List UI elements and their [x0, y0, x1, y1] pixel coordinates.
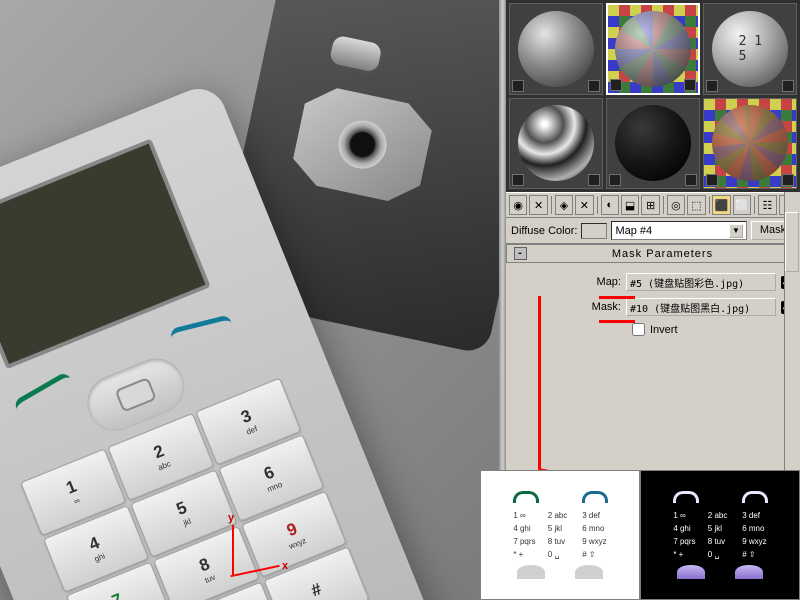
axis-x-label: x — [282, 560, 288, 572]
slot-arrow-right-icon — [685, 174, 697, 186]
invert-checkbox[interactable] — [632, 323, 645, 336]
wing-icon — [575, 565, 603, 579]
slot-arrow-right-icon — [782, 80, 794, 92]
rollout-header[interactable]: - Mask Parameters — [506, 244, 800, 263]
tool-nav-icon[interactable]: ☷ — [758, 195, 776, 215]
material-sphere-icon — [518, 11, 594, 87]
axis-y-icon — [232, 525, 234, 575]
diffuse-color-swatch[interactable] — [581, 223, 607, 239]
camera-module — [288, 82, 436, 207]
wing-icon — [735, 565, 763, 579]
slot-arrow-left-icon — [512, 80, 524, 92]
slot-arrow-left-icon — [609, 174, 621, 186]
map-row: Map: #5 (键盘贴图彩色.jpg) — [512, 273, 794, 291]
tool-goparent-icon[interactable]: ⬛ — [712, 195, 730, 215]
annotation-line-icon — [538, 296, 541, 471]
material-slot-5[interactable] — [606, 98, 700, 190]
axis-y-label: y — [228, 512, 234, 524]
invert-label: Invert — [650, 324, 678, 336]
texture-thumbnails: 1 ∞2 abc3 def 4 ghi5 jkl6 mno 7 pqrs8 tu… — [480, 470, 800, 600]
material-sphere-icon — [712, 11, 788, 87]
bracket-blue-icon — [582, 491, 608, 503]
camera-lens — [334, 116, 391, 173]
material-slot-4[interactable] — [509, 98, 603, 190]
map-slot-button[interactable]: #5 (键盘贴图彩色.jpg) — [626, 273, 776, 291]
bracket-green-icon — [513, 491, 539, 503]
rollout-body: Map: #5 (键盘贴图彩色.jpg) Mask: #10 (键盘贴图黑白.j… — [506, 263, 800, 346]
slot-arrow-right-icon — [782, 174, 794, 186]
material-sphere-icon — [518, 105, 594, 181]
map-label: Map: — [583, 276, 621, 288]
map-dropdown[interactable]: Map #4 ▼ — [611, 221, 747, 240]
texture-mask-preview: 1 ∞2 abc3 def 4 ghi5 jkl6 mno 7 pqrs8 tu… — [640, 470, 800, 600]
tool-show-icon[interactable]: ◐ — [601, 195, 619, 215]
chevron-down-icon: ▼ — [729, 224, 743, 238]
material-slot-1[interactable] — [509, 3, 603, 95]
tool-delete-icon[interactable]: ✕ — [575, 195, 593, 215]
mask-row: Mask: #10 (键盘贴图黑白.jpg) — [512, 298, 794, 316]
mask-label: Mask: — [583, 301, 621, 313]
camera-flash — [325, 31, 386, 77]
material-sphere-icon — [615, 105, 691, 181]
map-name: Map #4 — [615, 225, 652, 237]
slot-arrow-left-icon — [706, 80, 718, 92]
material-sphere-icon — [712, 105, 788, 181]
softkey-right-icon — [169, 314, 234, 346]
rollout-title: Mask Parameters — [533, 248, 792, 260]
tool-options-icon[interactable]: ⊞ — [641, 195, 659, 215]
tool-o1-icon[interactable]: ◎ — [667, 195, 685, 215]
diffuse-row: Diffuse Color: Map #4 ▼ Mask — [506, 218, 800, 244]
material-slot-6[interactable] — [703, 98, 797, 190]
wing-icon — [517, 565, 545, 579]
diffuse-label: Diffuse Color: — [511, 225, 577, 237]
material-sphere-icon — [615, 11, 691, 87]
tool-o2-icon[interactable]: ⬚ — [687, 195, 705, 215]
material-slot-2[interactable] — [606, 3, 700, 95]
texture-color-preview: 1 ∞2 abc3 def 4 ghi5 jkl6 mno 7 pqrs8 tu… — [480, 470, 640, 600]
bracket-white-icon — [742, 491, 768, 503]
tool-gosibling-icon[interactable]: ⬜ — [733, 195, 751, 215]
material-toolbar: ◉ ✕ ◈ ✕ ◐ ⬓ ⊞ ◎ ⬚ ⬛ ⬜ ☷ ⊡ — [506, 192, 800, 218]
collapse-icon: - — [514, 247, 527, 260]
slot-arrow-left-icon — [610, 79, 622, 91]
annotation-line-icon — [599, 320, 635, 323]
tool-pick-icon[interactable]: ◉ — [509, 195, 527, 215]
material-slot-3[interactable] — [703, 3, 797, 95]
slot-arrow-right-icon — [588, 174, 600, 186]
bracket-white-icon — [673, 491, 699, 503]
softkey-left-icon — [12, 371, 75, 418]
slot-arrow-right-icon — [588, 80, 600, 92]
slot-arrow-right-icon — [684, 79, 696, 91]
scrollbar-thumb[interactable] — [785, 212, 799, 272]
3d-viewport[interactable]: 1∞ 2abc 3def 4ghi 5jkl 6mno 7pqrs 8tuv 9… — [0, 0, 499, 600]
mask-slot-button[interactable]: #10 (键盘贴图黑白.jpg) — [626, 298, 776, 316]
tool-showall-icon[interactable]: ⬓ — [621, 195, 639, 215]
slot-arrow-left-icon — [512, 174, 524, 186]
tool-assign-icon[interactable]: ◈ — [555, 195, 573, 215]
annotation-line-icon — [599, 296, 635, 299]
dpad-center — [115, 377, 157, 413]
slot-arrow-left-icon — [706, 174, 718, 186]
invert-row: Invert — [632, 323, 794, 336]
tool-put-icon[interactable]: ✕ — [529, 195, 547, 215]
material-slots — [506, 0, 800, 192]
wing-icon — [677, 565, 705, 579]
